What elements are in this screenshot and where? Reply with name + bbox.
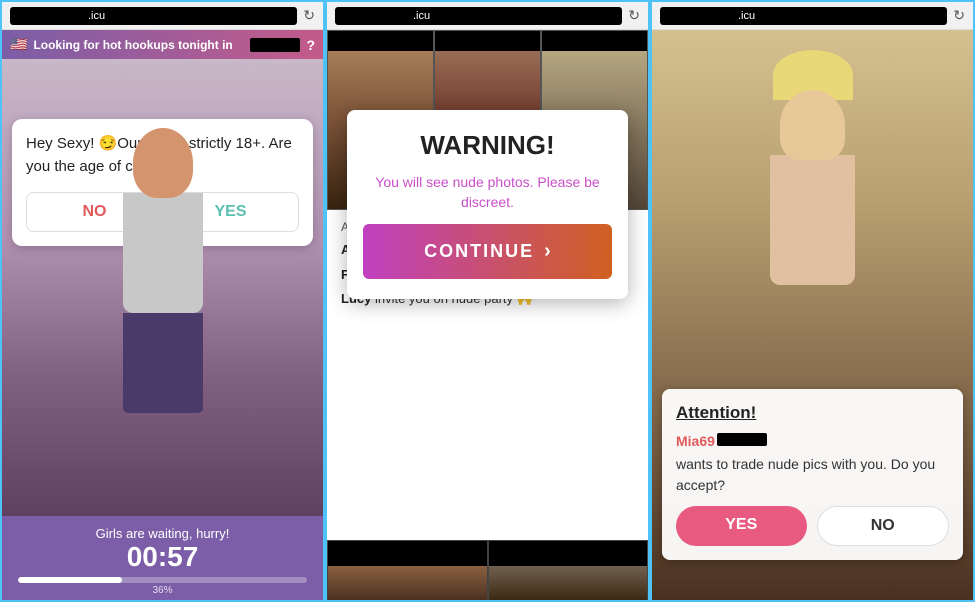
- warning-overlay: WARNING! You will see nude photos. Pleas…: [347, 110, 628, 299]
- warning-title: WARNING!: [420, 130, 554, 161]
- panel-2: .icu ↻ WARNING! You will see nude photos…: [325, 0, 650, 602]
- attention-yes-button[interactable]: YES: [676, 506, 807, 546]
- panel3-main: Attention! Mia69 wants to trade nude pic…: [652, 30, 973, 600]
- panel1-main: 🇺🇸 Looking for hot hookups tonight in ? …: [2, 30, 323, 600]
- attention-dialog: Attention! Mia69 wants to trade nude pic…: [662, 389, 963, 560]
- url-box-2: .icu: [335, 7, 622, 25]
- continue-button[interactable]: CONTINUE ›: [363, 224, 612, 279]
- panel2-bottom-photos: [327, 540, 648, 600]
- girls-waiting-text: Girls are waiting, hurry!: [96, 526, 230, 541]
- browser-bar-1: .icu ↻: [2, 2, 323, 30]
- attention-no-button[interactable]: NO: [817, 506, 950, 546]
- bottom-photo-2: [488, 540, 649, 600]
- blonde-face: [780, 90, 845, 160]
- reload-icon-3[interactable]: ↻: [953, 7, 965, 24]
- photo-redact-top-3: [542, 31, 647, 51]
- browser-bar-2: .icu ↻: [327, 2, 648, 30]
- progress-percent: 36%: [152, 585, 172, 596]
- browser-bar-3: .icu ↻: [652, 2, 973, 30]
- url-suffix-2: .icu: [413, 10, 430, 22]
- attention-message: Mia69 wants to trade nude pics with you.…: [676, 431, 949, 496]
- banner-question: ?: [306, 37, 315, 53]
- attention-redact: [717, 433, 767, 446]
- url-box-3: .icu: [660, 7, 947, 25]
- bottom-redact-2: [489, 541, 648, 566]
- panel-3: .icu ↻ Attention! Mia69 wants to trade n…: [650, 0, 975, 602]
- bottom-photo-1: [327, 540, 488, 600]
- progress-bar-container: [18, 577, 307, 583]
- top-banner: 🇺🇸 Looking for hot hookups tonight in ?: [2, 30, 323, 59]
- continue-arrow-icon: ›: [544, 240, 551, 263]
- url-suffix-3: .icu: [738, 10, 755, 22]
- warning-subtitle: You will see nude photos. Please be disc…: [363, 173, 612, 212]
- panel-1: .icu ↻ 🇺🇸 Looking for hot hookups tonigh…: [0, 0, 325, 602]
- progress-bar-fill: [18, 577, 122, 583]
- url-box-1: .icu: [10, 7, 297, 25]
- flag-icon: 🇺🇸: [10, 36, 27, 53]
- url-suffix-1: .icu: [88, 10, 105, 22]
- person-silhouette: [83, 128, 243, 448]
- bottom-redact-1: [328, 541, 487, 566]
- banner-redact: [250, 38, 300, 52]
- person-legs: [123, 313, 203, 413]
- reload-icon-1[interactable]: ↻: [303, 7, 315, 24]
- continue-label: CONTINUE: [424, 241, 534, 262]
- panel2-main: WARNING! You will see nude photos. Pleas…: [327, 30, 648, 600]
- blonde-figure: [770, 50, 855, 285]
- countdown-timer: 00:57: [127, 541, 199, 573]
- reload-icon-2[interactable]: ↻: [628, 7, 640, 24]
- attention-buttons: YES NO: [676, 506, 949, 546]
- photo-redact-top-1: [328, 31, 433, 51]
- panel1-footer: Girls are waiting, hurry! 00:57 36%: [2, 516, 323, 600]
- attention-username: Mia69: [676, 431, 715, 452]
- person-head: [133, 128, 193, 198]
- blonde-body: [770, 155, 855, 285]
- panel1-photo-area: Hey Sexy! 😏Our site is strictly 18+. Are…: [2, 59, 323, 516]
- banner-text: Looking for hot hookups tonight in: [33, 38, 244, 52]
- attention-title: Attention!: [676, 403, 949, 423]
- photo-redact-top-2: [435, 31, 540, 51]
- person-body: [123, 193, 203, 313]
